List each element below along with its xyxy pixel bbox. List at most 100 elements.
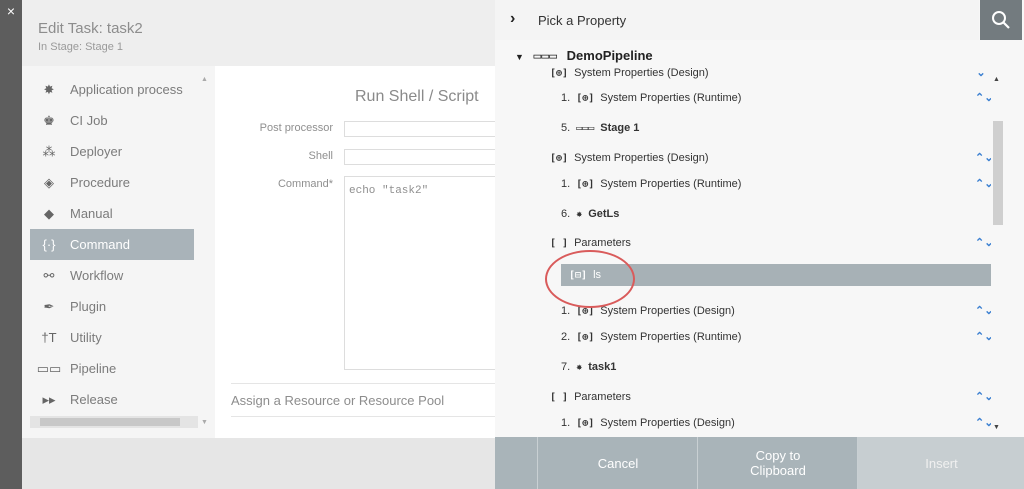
window-left-strip — [0, 0, 22, 489]
property-row[interactable]: 1. [⊕] System Properties (Runtime) ⌃⌄ — [495, 87, 991, 109]
caret-down-icon[interactable]: ▼ — [515, 52, 524, 62]
task-type-list: ✸ Application process ♚ CI Job ⁂ Deployer ◈ Pro… — [22, 66, 215, 438]
task-type-release[interactable]: ▸▸ Release — [30, 384, 194, 415]
scroll-thumb[interactable] — [993, 121, 1003, 225]
expand-collapse-icon[interactable]: ⌃⌄ — [975, 418, 991, 429]
task-type-scrollbar[interactable]: ▲ ▼ — [198, 76, 212, 426]
task-type-label: Plugin — [70, 299, 107, 314]
task-type-label: Application process — [70, 82, 183, 97]
copy-label-line2: Clipboard — [750, 463, 806, 478]
task-type-manual[interactable]: ◆ Manual — [30, 198, 194, 229]
chevron-right-icon[interactable]: › — [510, 10, 515, 28]
property-row[interactable]: 7. ✸ task1 — [495, 356, 991, 378]
task-type-workflow[interactable]: ⚯ Workflow — [30, 260, 194, 291]
property-row[interactable]: [⊕] System Properties (Design) ⌄ — [495, 66, 991, 84]
row-label: System Properties (Design) — [574, 152, 709, 164]
expand-collapse-icon[interactable]: ⌃⌄ — [975, 153, 991, 164]
command-textarea[interactable]: echo "task2" — [344, 176, 504, 370]
property-row[interactable]: [⊕] System Properties (Design) ⌃⌄ — [495, 147, 991, 169]
property-icon: [⊕] — [576, 417, 595, 429]
shell-input[interactable] — [344, 149, 506, 165]
row-label: System Properties (Design) — [600, 305, 735, 317]
property-icon: [⊕] — [550, 152, 569, 164]
task-type-deployer[interactable]: ⁂ Deployer — [30, 136, 194, 167]
task-type-ci-job[interactable]: ♚ CI Job — [30, 105, 194, 136]
copy-to-clipboard-button[interactable]: Copy to Clipboard — [697, 437, 858, 489]
manual-icon: ◆ — [44, 205, 54, 221]
row-number: 1. — [561, 305, 571, 317]
insert-button[interactable]: Insert — [857, 437, 1024, 489]
task-type-application-process[interactable]: ✸ Application process — [30, 74, 194, 105]
gear-icon: ✸ — [43, 81, 55, 97]
property-tree-scrollbar[interactable]: ▲ ▼ — [991, 66, 1005, 438]
row-label: Stage 1 — [600, 122, 640, 134]
expand-collapse-icon[interactable]: ⌃⌄ — [975, 93, 991, 104]
row-label: System Properties (Design) — [600, 417, 735, 429]
expand-collapse-icon[interactable]: ⌃⌄ — [975, 306, 991, 317]
edit-task-dialog: Edit Task: task2 In Stage: Stage 1 ✸ Appl… — [22, 0, 506, 489]
task-type-label: Workflow — [70, 268, 124, 283]
property-icon: [⊕] — [576, 178, 595, 190]
task-type-label: Deployer — [70, 144, 123, 159]
post-processor-input[interactable] — [344, 121, 506, 137]
utility-icon: †T — [41, 330, 57, 345]
row-label: System Properties (Design) — [574, 67, 709, 79]
task-type-utility[interactable]: †T Utility — [30, 322, 194, 353]
row-label: Parameters — [574, 391, 631, 403]
scroll-down-icon[interactable]: ▼ — [201, 419, 208, 426]
footer-spacer — [495, 437, 537, 489]
property-icon: [⊕] — [550, 67, 569, 79]
task-icon: ✸ — [576, 208, 583, 220]
property-row[interactable]: 2. [⊕] System Properties (Runtime) ⌃⌄ — [495, 326, 991, 348]
pipeline-tree-root[interactable]: ▼ ▭▭▭ DemoPipeline — [515, 48, 975, 66]
property-icon: [⊕] — [576, 331, 595, 343]
command-label: Command* — [277, 178, 333, 190]
property-icon: [ ] — [550, 391, 569, 403]
task-type-label: Release — [70, 392, 118, 407]
row-number: 1. — [561, 417, 571, 429]
task-type-label: Utility — [70, 330, 102, 345]
task-type-plugin[interactable]: ✒ Plugin — [30, 291, 194, 322]
search-button[interactable] — [980, 0, 1022, 40]
property-row[interactable]: 5. ▭▭▭ Stage 1 — [495, 117, 991, 139]
task-type-pipeline[interactable]: ▭▭ Pipeline — [30, 353, 194, 384]
task-type-command[interactable]: {·} Command — [30, 229, 194, 260]
expand-collapse-icon[interactable]: ⌃⌄ — [975, 392, 991, 403]
property-row[interactable]: 1. [⊕] System Properties (Runtime) ⌃⌄ — [495, 173, 991, 195]
scroll-up-icon[interactable]: ▲ — [201, 76, 208, 83]
property-row[interactable]: [ ] Parameters ⌃⌄ — [495, 232, 991, 254]
expand-collapse-icon[interactable]: ⌃⌄ — [975, 238, 991, 249]
row-label: System Properties (Runtime) — [600, 92, 742, 104]
task-type-label: Manual — [70, 206, 113, 221]
close-icon[interactable]: × — [2, 2, 20, 20]
task-type-procedure[interactable]: ◈ Procedure — [30, 167, 194, 198]
property-row[interactable]: 1. [⊕] System Properties (Design) ⌃⌄ — [495, 412, 991, 434]
picker-title: Pick a Property — [538, 13, 627, 28]
dialog-title: Edit Task: task2 — [38, 20, 143, 37]
cancel-button[interactable]: Cancel — [537, 437, 698, 489]
task-type-horizontal-scrollbar[interactable] — [30, 416, 198, 428]
annotation-circle — [545, 250, 635, 308]
release-icon: ▸▸ — [42, 391, 56, 407]
row-number: 1. — [561, 92, 571, 104]
expand-collapse-icon[interactable]: ⌄ — [975, 68, 987, 79]
pipeline-name: DemoPipeline — [566, 48, 653, 63]
expand-collapse-icon[interactable]: ⌃⌄ — [975, 332, 991, 343]
form-title: Run Shell / Script — [355, 88, 479, 105]
task-type-label: Command — [70, 237, 130, 252]
scroll-down-icon[interactable]: ▼ — [993, 424, 1000, 431]
assign-resource-link[interactable]: Assign a Resource or Resource Pool — [231, 383, 495, 417]
scroll-thumb[interactable] — [40, 418, 180, 426]
row-label: System Properties (Runtime) — [600, 178, 742, 190]
workflow-icon: ⚯ — [43, 267, 55, 283]
dialog-subtitle: In Stage: Stage 1 — [38, 41, 124, 53]
task-type-label: Procedure — [70, 175, 130, 190]
pipeline-icon: ▭▭▭ — [533, 49, 558, 64]
property-row[interactable]: [ ] Parameters ⌃⌄ — [495, 386, 991, 408]
scroll-up-icon[interactable]: ▲ — [993, 76, 1000, 83]
pipeline-icon: ▭▭ — [36, 360, 62, 376]
task-type-label: Pipeline — [70, 361, 117, 376]
property-row[interactable]: 6. ✸ GetLs — [495, 203, 991, 225]
row-label: System Properties (Runtime) — [600, 331, 742, 343]
expand-collapse-icon[interactable]: ⌃⌄ — [975, 179, 991, 190]
